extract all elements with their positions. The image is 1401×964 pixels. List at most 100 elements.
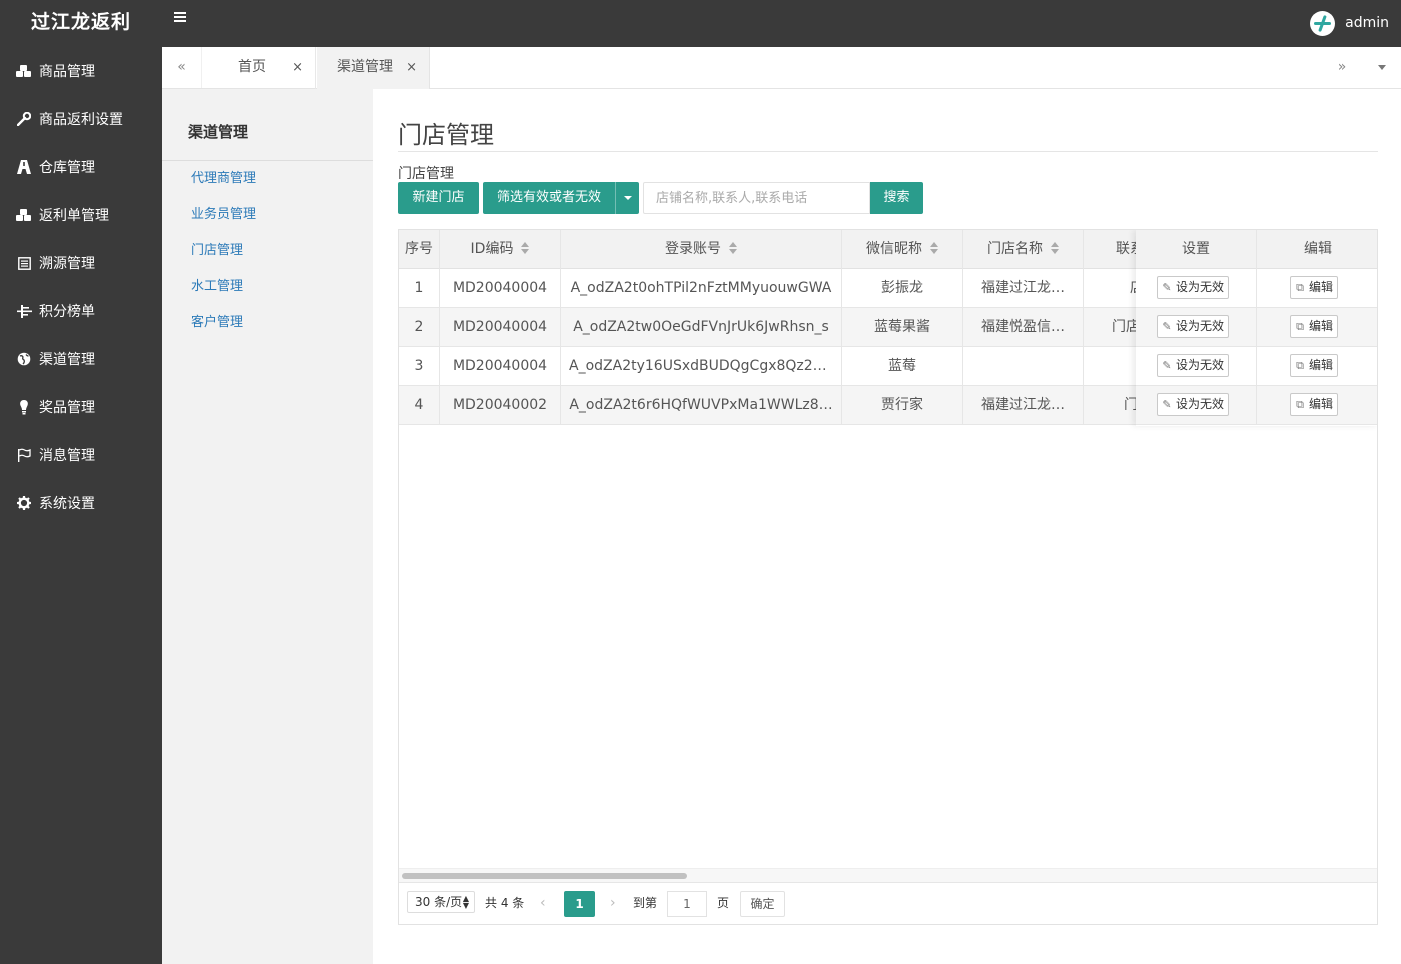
username: admin [1345, 15, 1389, 31]
tab-label: 首页 [238, 59, 266, 75]
filter-button-label: 筛选有效或者无效 [496, 190, 601, 205]
table-row: ✎ 设为无效 ⧉ 编辑 [1136, 347, 1377, 386]
sidebar-item-traceability[interactable]: 溯源管理 [0, 239, 162, 287]
close-icon[interactable]: × [406, 47, 417, 88]
flag-icon [15, 448, 33, 462]
indent-icon [15, 304, 33, 318]
column-header-account[interactable]: 登录账号 [561, 230, 842, 269]
menu-toggle-icon[interactable] [174, 10, 192, 30]
subnav-item-customers[interactable]: 客户管理 [162, 305, 373, 341]
sidebar-item-product-rebate[interactable]: 商品返利设置 [0, 95, 162, 143]
tab-label: 渠道管理 [337, 59, 393, 75]
pencil-icon: ✎ [1162, 359, 1172, 372]
goto-label: 到第 [633, 896, 658, 910]
list-alt-icon [15, 256, 33, 270]
sidebar-item-channels[interactable]: 渠道管理 [0, 335, 162, 383]
copy-icon: ⧉ [1296, 281, 1304, 294]
close-icon[interactable]: × [292, 47, 303, 88]
sort-icon[interactable] [930, 242, 938, 254]
tabs-bar: « 首页 × 渠道管理 × » [162, 47, 1401, 89]
tab-scroll-left-button[interactable]: « [162, 47, 202, 88]
filter-dropdown-toggle[interactable] [615, 182, 639, 214]
cubes-icon [15, 208, 33, 222]
sidebar-item-rebate-orders[interactable]: 返利单管理 [0, 191, 162, 239]
column-header-nickname[interactable]: 微信昵称 [842, 230, 963, 269]
select-arrows-icon: ▲ ▼ [462, 894, 469, 910]
set-invalid-button[interactable]: ✎ 设为无效 [1157, 276, 1230, 299]
pagination: 30 条/页 ▲ ▼ 共 4 条 ‹ 1 › 到第 1 页 确定 [399, 882, 1377, 924]
column-header-id[interactable]: ID编码 [440, 230, 561, 269]
sidebar-item-messages[interactable]: 消息管理 [0, 431, 162, 479]
subnav-item-stores[interactable]: 门店管理 [162, 233, 373, 269]
search-input[interactable] [643, 182, 870, 214]
divider [398, 151, 1378, 152]
horizontal-scrollbar[interactable] [399, 868, 1377, 882]
sidebar-item-system-settings[interactable]: 系统设置 [0, 479, 162, 527]
road-icon [15, 160, 33, 174]
goto-confirm-button[interactable]: 确定 [740, 891, 785, 917]
prev-page-button[interactable]: ‹ [540, 893, 546, 913]
fixed-action-columns: 设置 编辑 ✎ 设为无效 ⧉ 编辑 ✎ 设为无效 ⧉ 编辑 ✎ 设为无效 ⧉ 编… [1136, 230, 1377, 426]
cubes-icon [15, 64, 33, 78]
subnav-item-agents[interactable]: 代理商管理 [162, 161, 373, 197]
filter-status-button[interactable]: 筛选有效或者无效 [483, 182, 639, 214]
pencil-icon: ✎ [1162, 320, 1172, 333]
tab-home[interactable]: 首页 × [202, 47, 316, 89]
search-button[interactable]: 搜索 [870, 182, 923, 214]
pencil-icon: ✎ [1162, 281, 1172, 294]
lightbulb-icon [15, 399, 33, 414]
tab-channel-management[interactable]: 渠道管理 × [317, 47, 430, 89]
table-row: ✎ 设为无效 ⧉ 编辑 [1136, 386, 1377, 425]
avatar [1310, 10, 1336, 36]
copy-icon: ⧉ [1296, 398, 1304, 411]
gear-icon [15, 496, 33, 510]
set-invalid-button[interactable]: ✎ 设为无效 [1157, 354, 1230, 377]
breadcrumb: 门店管理 [398, 166, 454, 182]
set-invalid-button[interactable]: ✎ 设为无效 [1157, 315, 1230, 338]
sidebar-item-prizes[interactable]: 奖品管理 [0, 383, 162, 431]
sub-navigation: 渠道管理 代理商管理 业务员管理 门店管理 水工管理 客户管理 [162, 89, 373, 964]
page-size-select[interactable]: 30 条/页 ▲ ▼ [407, 891, 475, 913]
page-unit-label: 页 [717, 896, 730, 910]
tab-scroll-right-button[interactable]: » [1323, 47, 1361, 88]
goto-page-input[interactable]: 1 [667, 891, 707, 917]
column-header-index: 序号 [399, 230, 440, 269]
sidebar: 商品管理 商品返利设置 仓库管理 返利单管理 溯源管理 积分榜单 渠道管理 奖品… [0, 47, 162, 964]
edit-button[interactable]: ⧉ 编辑 [1290, 276, 1339, 299]
tab-dropdown-button[interactable] [1363, 47, 1401, 88]
sidebar-item-points-ranking[interactable]: 积分榜单 [0, 287, 162, 335]
edit-button[interactable]: ⧉ 编辑 [1290, 393, 1339, 416]
table-row: ✎ 设为无效 ⧉ 编辑 [1136, 308, 1377, 347]
globe-icon [15, 352, 33, 366]
next-page-button[interactable]: › [610, 893, 616, 913]
sidebar-item-warehouse[interactable]: 仓库管理 [0, 143, 162, 191]
sort-icon[interactable] [1051, 242, 1059, 254]
caret-down-icon [623, 196, 632, 200]
current-page-button[interactable]: 1 [564, 891, 595, 917]
subnav-title: 渠道管理 [162, 89, 373, 161]
total-count: 共 4 条 [485, 896, 525, 910]
scrollbar-thumb[interactable] [402, 873, 687, 879]
sort-icon[interactable] [729, 242, 737, 254]
wrench-icon [15, 112, 33, 126]
pencil-icon: ✎ [1162, 398, 1172, 411]
column-header-edit: 编辑 [1304, 241, 1332, 257]
set-invalid-button[interactable]: ✎ 设为无效 [1157, 393, 1230, 416]
copy-icon: ⧉ [1296, 320, 1304, 333]
subnav-item-plumbers[interactable]: 水工管理 [162, 269, 373, 305]
copy-icon: ⧉ [1296, 359, 1304, 372]
caret-down-icon [1378, 65, 1386, 70]
user-menu[interactable]: admin [1310, 10, 1389, 36]
main-content: 门店管理 门店管理 新建门店 筛选有效或者无效 搜索 序号 ID编码 登录账号 … [373, 89, 1401, 964]
subnav-item-salesmen[interactable]: 业务员管理 [162, 197, 373, 233]
column-header-store-name[interactable]: 门店名称 [963, 230, 1084, 269]
sort-icon[interactable] [521, 242, 530, 254]
new-store-button[interactable]: 新建门店 [398, 182, 479, 214]
edit-button[interactable]: ⧉ 编辑 [1290, 354, 1339, 377]
page-title: 门店管理 [398, 121, 494, 149]
edit-button[interactable]: ⧉ 编辑 [1290, 315, 1339, 338]
app-logo: 过江龙返利 [30, 11, 131, 33]
table-row: ✎ 设为无效 ⧉ 编辑 [1136, 269, 1377, 308]
sidebar-item-products[interactable]: 商品管理 [0, 47, 162, 95]
top-header: 过江龙返利 admin [0, 0, 1401, 47]
